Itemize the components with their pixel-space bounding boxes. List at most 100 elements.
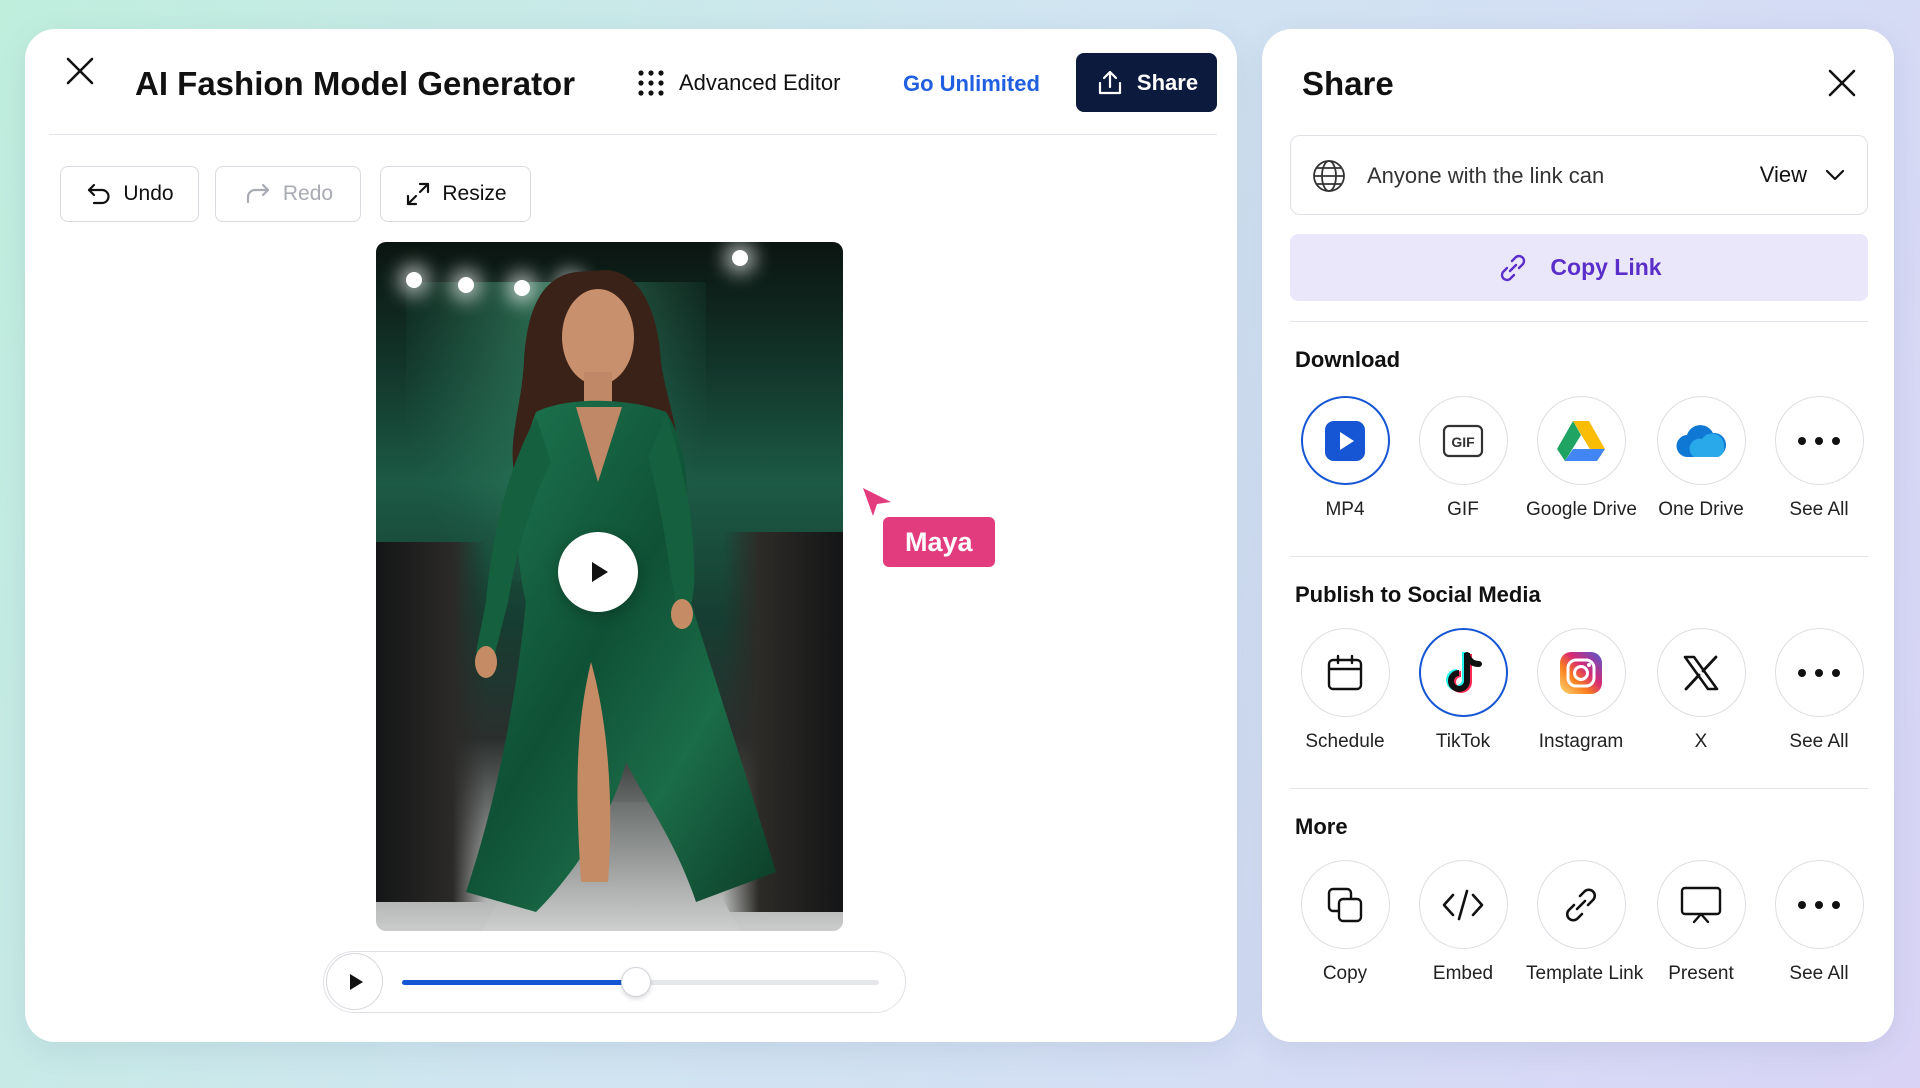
download-google-drive-option[interactable]: Google Drive — [1526, 396, 1637, 521]
download-options: MP4 GIF GIF Google Drive One Drive See A… — [1290, 396, 1868, 526]
embed-option[interactable]: Embed — [1408, 860, 1518, 985]
collaborator-cursor-icon — [863, 488, 891, 516]
video-play-button[interactable] — [558, 532, 638, 612]
undo-button[interactable]: Undo — [60, 166, 199, 222]
chevron-down-icon — [1825, 169, 1845, 181]
mp4-button[interactable] — [1300, 396, 1390, 485]
option-label: Present — [1668, 963, 1734, 984]
globe-icon — [1313, 160, 1345, 192]
close-icon — [66, 57, 94, 85]
social-see-all-option[interactable]: See All — [1764, 628, 1874, 753]
x-button[interactable] — [1656, 628, 1746, 717]
player-play-button[interactable] — [326, 953, 383, 1010]
template-link-button[interactable] — [1536, 860, 1626, 949]
progress-scrubber[interactable] — [620, 967, 651, 997]
mp4-play-icon — [1325, 420, 1365, 461]
collaborator-name-badge: Maya — [883, 517, 995, 567]
copy-option[interactable]: Copy — [1290, 860, 1400, 985]
link-icon — [1566, 888, 1596, 921]
x-option[interactable]: X — [1646, 628, 1756, 753]
section-divider — [1290, 321, 1868, 322]
embed-button[interactable] — [1418, 860, 1508, 949]
video-preview[interactable] — [376, 242, 843, 931]
code-icon — [1442, 889, 1484, 920]
onedrive-button[interactable] — [1656, 396, 1746, 485]
editor-header: AI Fashion Model Generator Advanced Edit… — [25, 29, 1237, 135]
google-drive-icon — [1557, 420, 1605, 461]
see-all-button[interactable] — [1774, 628, 1864, 717]
link-icon — [1501, 254, 1526, 281]
section-divider — [1290, 788, 1868, 789]
editor-panel: AI Fashion Model Generator Advanced Edit… — [25, 29, 1237, 1042]
download-mp4-option[interactable]: MP4 — [1290, 396, 1400, 521]
copy-link-label: Copy Link — [1550, 254, 1662, 280]
close-editor-button[interactable] — [58, 49, 102, 93]
calendar-icon — [1327, 654, 1363, 690]
more-options: Copy Embed Template Link Present See All — [1290, 860, 1868, 990]
google-drive-button[interactable] — [1536, 396, 1626, 485]
option-label: MP4 — [1325, 499, 1365, 520]
advanced-editor-label: Advanced Editor — [679, 70, 841, 95]
download-see-all-option[interactable]: See All — [1764, 396, 1874, 521]
schedule-button[interactable] — [1300, 628, 1390, 717]
more-dots-icon — [1798, 436, 1840, 445]
present-button[interactable] — [1656, 860, 1746, 949]
share-button-label: Share — [1136, 69, 1199, 95]
more-see-all-option[interactable]: See All — [1764, 860, 1874, 985]
download-gif-option[interactable]: GIF GIF — [1408, 396, 1518, 521]
grid-dots-icon — [638, 70, 664, 96]
template-link-option[interactable]: Template Link — [1526, 860, 1643, 985]
social-section-title: Publish to Social Media — [1295, 582, 1541, 607]
option-label: Schedule — [1305, 731, 1385, 752]
download-section-title: Download — [1295, 347, 1401, 372]
gif-icon: GIF — [1442, 424, 1484, 457]
option-label: See All — [1789, 499, 1849, 520]
share-panel-title: Share — [1302, 65, 1394, 102]
close-icon — [1828, 69, 1856, 97]
present-option[interactable]: Present — [1646, 860, 1756, 985]
resize-button[interactable]: Resize — [380, 166, 531, 222]
resize-label: Resize — [442, 182, 507, 205]
tiktok-icon — [1446, 651, 1482, 693]
see-all-button[interactable] — [1774, 396, 1864, 485]
instagram-option[interactable]: Instagram — [1526, 628, 1636, 753]
option-label: Copy — [1322, 963, 1368, 984]
permission-dropdown[interactable]: View — [1760, 162, 1845, 188]
undo-icon — [88, 183, 110, 205]
tiktok-button[interactable] — [1418, 628, 1508, 717]
instagram-button[interactable] — [1536, 628, 1626, 717]
section-divider — [1290, 556, 1868, 557]
link-access-setting[interactable]: Anyone with the link can View — [1290, 135, 1868, 215]
go-unlimited-link[interactable]: Go Unlimited — [903, 71, 1040, 97]
more-dots-icon — [1798, 668, 1840, 677]
share-button[interactable]: Share — [1076, 53, 1217, 112]
copy-link-button[interactable]: Copy Link — [1290, 234, 1868, 301]
gif-button[interactable]: GIF — [1418, 396, 1508, 485]
upload-share-icon — [1098, 70, 1122, 94]
x-logo-icon — [1683, 655, 1719, 690]
redo-icon — [246, 183, 269, 204]
share-panel: Share Anyone with the link can View Copy… — [1262, 29, 1894, 1042]
option-label: X — [1694, 731, 1708, 752]
download-onedrive-option[interactable]: One Drive — [1646, 396, 1756, 521]
copy-button[interactable] — [1300, 860, 1390, 949]
page-title: AI Fashion Model Generator — [135, 65, 576, 102]
header-divider — [49, 134, 1217, 135]
close-share-panel-button[interactable] — [1820, 61, 1864, 105]
option-label: Google Drive — [1526, 499, 1637, 520]
see-all-button[interactable] — [1774, 860, 1864, 949]
redo-button[interactable]: Redo — [215, 166, 361, 222]
tiktok-option[interactable]: TikTok — [1408, 628, 1518, 753]
redo-label: Redo — [282, 182, 334, 205]
option-label: TikTok — [1435, 731, 1491, 752]
option-label: GIF — [1447, 499, 1479, 520]
resize-expand-icon — [407, 182, 430, 206]
option-label: Instagram — [1538, 731, 1624, 752]
link-access-text: Anyone with the link can — [1367, 163, 1605, 188]
play-icon — [349, 973, 363, 990]
progress-track[interactable] — [402, 967, 879, 997]
schedule-option[interactable]: Schedule — [1290, 628, 1400, 753]
copy-icon — [1327, 887, 1363, 922]
present-icon — [1680, 886, 1722, 923]
advanced-editor-button[interactable]: Advanced Editor — [637, 69, 840, 97]
